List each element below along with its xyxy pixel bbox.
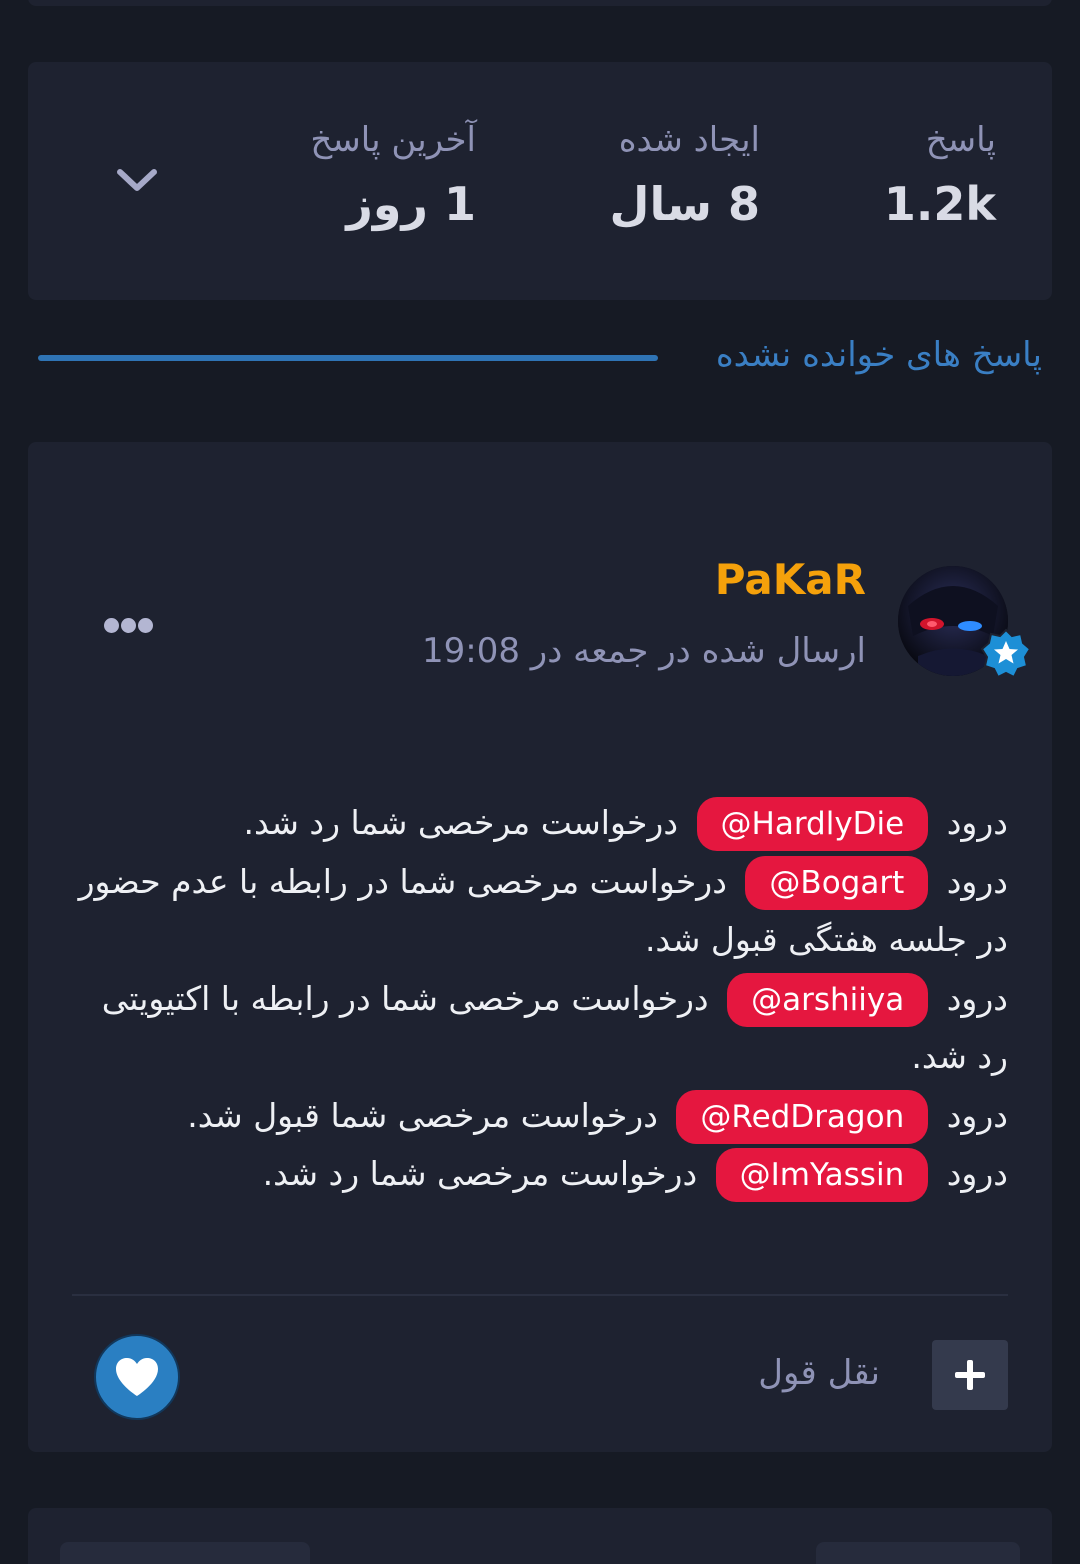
post-line: درود arshiiya@ درخواست مرخصی شما در رابط… xyxy=(64,970,1008,1087)
post-line: درود ImYassin@ درخواست مرخصی شما رد شد. xyxy=(64,1145,1008,1204)
last-reply-value: 1 روز xyxy=(346,177,476,231)
replies-stat: پاسخ 1.2k xyxy=(884,118,996,232)
post-card: PaKaR ارسال شده در جمعه در 19:08 درود Ha… xyxy=(28,442,1052,1452)
plus-icon[interactable] xyxy=(932,1340,1008,1410)
mention-chip[interactable]: RedDragon@ xyxy=(676,1089,929,1144)
greeting: درود xyxy=(946,1095,1008,1135)
topic-stats-card: پاسخ 1.2k ایجاد شده 8 سال آخرین پاسخ 1 ر… xyxy=(28,62,1052,300)
star-badge-icon xyxy=(980,628,1032,679)
greeting: درود xyxy=(946,1154,1008,1193)
greeting: درود xyxy=(946,803,1008,842)
post-line: درود HardlyDie@ درخواست مرخصی شما رد شد. xyxy=(64,794,1008,853)
post-line-text: درخواست مرخصی شما قبول شد. xyxy=(187,1095,658,1135)
topic-page: پاسخ 1.2k ایجاد شده 8 سال آخرین پاسخ 1 ر… xyxy=(0,0,1080,1564)
mention-chip[interactable]: HardlyDie@ xyxy=(696,797,929,851)
replies-label: پاسخ xyxy=(925,120,996,160)
more-dots-icon[interactable] xyxy=(104,618,160,640)
next-post-chip xyxy=(816,1542,1020,1564)
created-label: ایجاد شده xyxy=(618,120,760,160)
post-line: درود Bogart@ درخواست مرخصی شما در رابطه … xyxy=(64,853,1008,970)
post-author[interactable]: PaKaR xyxy=(715,554,866,606)
last-reply-stat: آخرین پاسخ 1 روز xyxy=(310,118,476,232)
mention-chip[interactable]: ImYassin@ xyxy=(715,1148,929,1202)
post-timestamp: ارسال شده در جمعه در 19:08 xyxy=(421,631,866,671)
greeting: درود xyxy=(946,861,1008,901)
previous-card xyxy=(28,0,1052,6)
next-post-card xyxy=(28,1508,1052,1564)
post-line-text: درخواست مرخصی شما رد شد. xyxy=(243,803,679,842)
quote-button[interactable]: نقل قول xyxy=(758,1348,880,1398)
heart-icon[interactable] xyxy=(94,1334,180,1420)
greeting: درود xyxy=(946,978,1008,1018)
unread-replies-bar xyxy=(38,355,658,361)
created-stat: ایجاد شده 8 سال xyxy=(610,118,760,232)
post-line: درود RedDragon@ درخواست مرخصی شما قبول ش… xyxy=(64,1087,1008,1146)
post-divider xyxy=(72,1294,1008,1296)
replies-value: 1.2k xyxy=(883,177,996,231)
last-reply-label: آخرین پاسخ xyxy=(310,120,476,160)
mention-chip[interactable]: Bogart@ xyxy=(745,855,929,910)
next-post-chip xyxy=(60,1542,310,1564)
chevron-down-icon[interactable] xyxy=(116,160,158,202)
post-body: درود HardlyDie@ درخواست مرخصی شما رد شد.… xyxy=(64,794,1008,1204)
unread-replies-link[interactable]: پاسخ های خوانده نشده xyxy=(716,330,1042,380)
mention-chip[interactable]: arshiiya@ xyxy=(727,972,929,1027)
created-value: 8 سال xyxy=(609,177,760,231)
post-line-text: درخواست مرخصی شما رد شد. xyxy=(262,1154,698,1193)
